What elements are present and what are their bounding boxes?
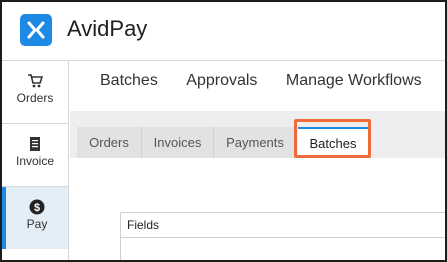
cart-icon — [28, 74, 43, 88]
tab-invoices[interactable]: Invoices — [142, 127, 214, 158]
highlight-annotation — [294, 119, 371, 158]
nav-item-label: Invoice — [15, 154, 55, 168]
svg-text:$: $ — [34, 202, 40, 214]
document-icon — [30, 137, 40, 151]
avidpay-logo-icon[interactable] — [20, 14, 52, 46]
app-header: AvidPay — [2, 2, 445, 61]
tab-strip: Orders Invoices Payments Batches — [70, 111, 445, 158]
dollar-icon: $ — [29, 199, 45, 215]
nav-item-label: Pay — [26, 217, 48, 231]
menu-item-batches[interactable]: Batches — [100, 72, 158, 90]
app-title: AvidPay — [67, 16, 148, 41]
menu-item-approvals[interactable]: Approvals — [186, 72, 257, 90]
app-window: AvidPay Orders Invoice $ Pay Batches App… — [0, 0, 447, 262]
nav-item-pay[interactable]: $ Pay — [2, 187, 68, 249]
fields-panel: Fields — [120, 212, 445, 260]
top-menu: Batches Approvals Manage Workflows — [100, 72, 445, 94]
nav-item-invoice[interactable]: Invoice — [2, 124, 68, 186]
tab-payments[interactable]: Payments — [214, 127, 297, 158]
tab-orders[interactable]: Orders — [77, 127, 142, 158]
main-content: Fields — [70, 158, 445, 260]
menu-item-manage-workflows[interactable]: Manage Workflows — [286, 72, 422, 90]
nav-item-label: Orders — [16, 91, 54, 105]
nav-item-orders[interactable]: Orders — [2, 61, 68, 123]
left-nav: Orders Invoice $ Pay — [2, 61, 69, 260]
fields-header: Fields — [121, 213, 445, 238]
